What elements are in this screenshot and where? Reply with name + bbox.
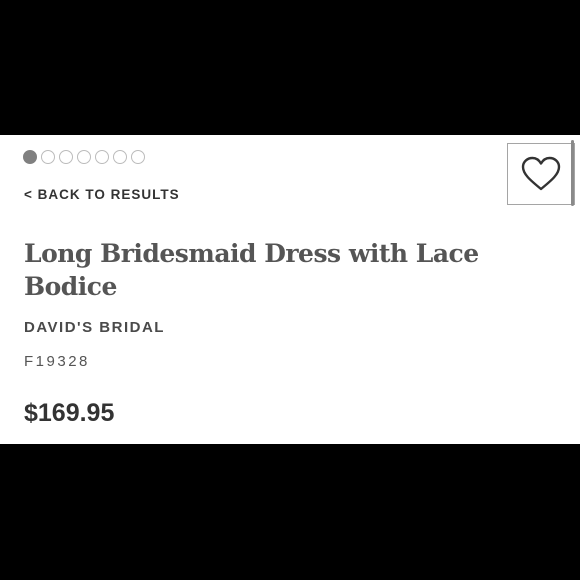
product-price: $169.95 — [24, 399, 115, 427]
carousel-dot[interactable] — [77, 150, 91, 164]
image-carousel-dots — [23, 150, 145, 164]
product-title: Long Bridesmaid Dress with Lace Bodice — [24, 239, 479, 301]
carousel-dot[interactable] — [113, 150, 127, 164]
heart-outline-icon — [521, 156, 561, 191]
favorite-button[interactable] — [507, 143, 575, 205]
carousel-dot[interactable] — [59, 150, 73, 164]
carousel-dot[interactable] — [41, 150, 55, 164]
product-header-card: < BACK TO RESULTS Long Bridesmaid Dress … — [0, 135, 580, 444]
carousel-dot[interactable] — [23, 150, 37, 164]
carousel-dot[interactable] — [95, 150, 109, 164]
letterbox-top — [0, 0, 580, 135]
scrollbar[interactable] — [571, 140, 574, 206]
product-brand: DAVID'S BRIDAL — [24, 319, 165, 336]
product-sku: F19328 — [24, 353, 90, 370]
carousel-dot[interactable] — [131, 150, 145, 164]
letterbox-bottom — [0, 444, 580, 580]
back-to-results-link[interactable]: < BACK TO RESULTS — [24, 187, 180, 202]
